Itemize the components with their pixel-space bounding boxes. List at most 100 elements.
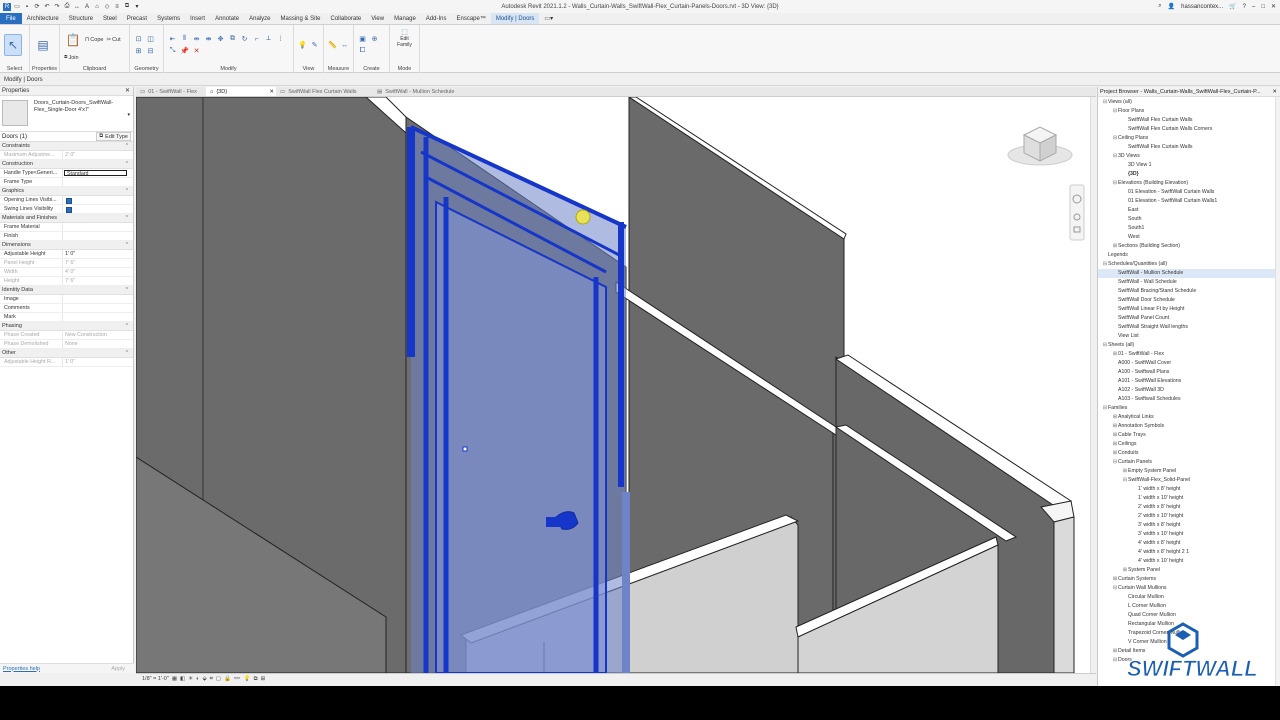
tab-collaborate[interactable]: Collaborate [326,13,367,24]
undo-icon[interactable]: ↶ [43,3,51,11]
tree-item[interactable]: ⊟3D Views [1098,152,1280,161]
override-icon[interactable]: ✎ [310,41,319,50]
tree-item[interactable]: A101 - SwiftWall Elevations [1098,377,1280,386]
property-row[interactable]: Frame Material [0,223,133,232]
edit-family-icon[interactable]: ⬚ [400,27,409,36]
thin-lines-icon[interactable]: ≡ [113,3,121,11]
tree-item[interactable]: South [1098,215,1280,224]
cope-button[interactable]: ⊓ Cope [85,37,103,43]
tree-item[interactable]: SwiftWall - Wall Schedule [1098,278,1280,287]
collapse-icon[interactable]: ⌃ [125,322,129,331]
tree-item[interactable]: ⊟Views (all) [1098,98,1280,107]
property-value[interactable] [63,223,133,231]
modify-tool-button[interactable]: ↖ [4,34,22,56]
sync-icon[interactable]: ⟳ [33,3,41,11]
tree-item[interactable]: ⊞System Panel [1098,566,1280,575]
tree-item[interactable]: SwiftWall Panel Count [1098,314,1280,323]
property-value[interactable] [63,313,133,321]
edit-type-button[interactable]: ⧉ Edit Type [96,132,131,141]
tree-item[interactable]: SwiftWall Straight Wall lengths [1098,323,1280,332]
property-row[interactable]: Mark [0,313,133,322]
help-icon[interactable]: ? [1243,4,1246,10]
property-value[interactable] [63,178,133,186]
apply-button[interactable]: Apply [111,666,131,672]
property-row[interactable]: Image [0,295,133,304]
hide-icon[interactable]: 💡 [298,41,307,50]
analytical-model-icon[interactable]: ⊞ [261,676,266,682]
delete-icon[interactable]: ✕ [192,47,201,56]
property-row[interactable]: Frame Type [0,178,133,187]
property-value[interactable] [63,232,133,240]
tree-item[interactable]: West [1098,233,1280,242]
property-row[interactable]: Width 4' 0" [0,268,133,277]
minimize-icon[interactable]: – [1252,4,1255,10]
worksharing-icon[interactable]: ⧉ [254,676,258,683]
instance-filter[interactable]: Doors (1) [2,134,27,140]
property-row[interactable]: Phase Created New Construction [0,331,133,340]
tree-item[interactable]: SwiftWall Flex Curtain Walls [1098,143,1280,152]
align-icon[interactable]: ⇤ [168,35,177,44]
ribbon-toggle-icon[interactable]: ▭▾ [539,13,558,24]
tree-item[interactable]: ⊞Empty System Panel [1098,467,1280,476]
property-section-other[interactable]: Other ⌃ [0,349,133,358]
tab-file[interactable]: File [0,13,22,24]
tab-structure[interactable]: Structure [64,13,98,24]
model-canvas[interactable] [136,97,1090,673]
tree-item[interactable]: ⊞Analytical Links [1098,413,1280,422]
create-group-icon[interactable]: ⊕ [370,35,379,44]
tab-add-ins[interactable]: Add-Ins [421,13,452,24]
flip-control-icon[interactable] [575,209,591,225]
tree-item[interactable]: ⊟SwiftWall-Flex_Solid-Panel [1098,476,1280,485]
split-icon[interactable]: ⟂ [264,35,273,44]
paste-icon[interactable]: 📋 [64,29,82,51]
geometry-tool-4-icon[interactable]: ⊟ [146,47,155,56]
save-icon[interactable]: ▪ [23,3,31,11]
tab-annotate[interactable]: Annotate [210,13,244,24]
tab-view-mullion-schedule[interactable]: ▤ SwiftWall - Mullion Schedule [373,87,470,96]
switch-windows-icon[interactable]: ⧉ [123,3,131,11]
tree-item[interactable]: 4' width x 8' height 2 1 [1098,548,1280,557]
collapse-icon[interactable]: ⌃ [125,286,129,295]
property-section-construction[interactable]: Construction ⌃ [0,160,133,169]
properties-help-link[interactable]: Properties help [3,666,40,672]
shadows-icon[interactable]: ◐ [196,676,199,682]
print-icon[interactable]: ⎙ [63,3,71,11]
type-selector[interactable]: Doors_Curtain-Doors_SwiftWall-Flex_Singl… [0,96,133,132]
show-crop-icon[interactable]: ▢ [216,676,221,682]
property-row[interactable]: Finish [0,232,133,241]
measure-tool-icon[interactable]: 📏 [328,41,337,50]
section-icon[interactable]: ◇ [103,3,111,11]
geometry-tool-2-icon[interactable]: ◫ [146,35,155,44]
tab-massing-site[interactable]: Massing & Site [275,13,325,24]
tree-item[interactable]: 1' width x 10' height [1098,494,1280,503]
3d-viewport[interactable] [136,97,1090,673]
tree-item[interactable]: SwiftWall Linear Ft by Height [1098,305,1280,314]
move-icon[interactable]: ✥ [216,35,225,44]
viewcube[interactable] [1007,126,1073,166]
tree-item[interactable]: 2' width x 8' height [1098,503,1280,512]
tree-item[interactable]: {3D} [1098,170,1280,179]
property-row[interactable]: Maximum Adjustme... 2' 0" [0,151,133,160]
property-value[interactable]: Standard [64,170,127,176]
mirror-axis-icon[interactable]: ⇹ [192,35,201,44]
user-name[interactable]: hassancontex... [1181,4,1223,10]
tree-item[interactable]: 01 Elevation - SwiftWall Curtain Walls1 [1098,197,1280,206]
crop-view-icon[interactable]: ⌗ [210,676,213,683]
tree-item[interactable]: Circular Mullion [1098,593,1280,602]
tree-item[interactable]: ⊞Annotation Symbols [1098,422,1280,431]
offset-icon[interactable]: ⫴ [180,35,189,44]
tree-item[interactable]: ⊞Cable Trays [1098,431,1280,440]
tree-item[interactable]: ⊟Curtain Panels [1098,458,1280,467]
tab-steel[interactable]: Steel [98,13,122,24]
tree-item[interactable]: ⊟Curtain Wall Mullions [1098,584,1280,593]
property-value[interactable]: 1' 0" [63,250,133,258]
property-value[interactable] [63,295,133,303]
tree-item[interactable]: South1 [1098,224,1280,233]
property-row[interactable]: Panel Height 7' 6" [0,259,133,268]
properties-close-icon[interactable]: ✕ [125,87,130,96]
tree-item[interactable]: ⊞Conduits [1098,449,1280,458]
tab-view[interactable]: View [366,13,389,24]
tree-item[interactable]: SwiftWall - Mullion Schedule [1098,269,1280,278]
close-tab-icon[interactable]: ✕ [269,87,274,97]
tree-item[interactable]: ⊟Schedules/Quantities (all) [1098,260,1280,269]
